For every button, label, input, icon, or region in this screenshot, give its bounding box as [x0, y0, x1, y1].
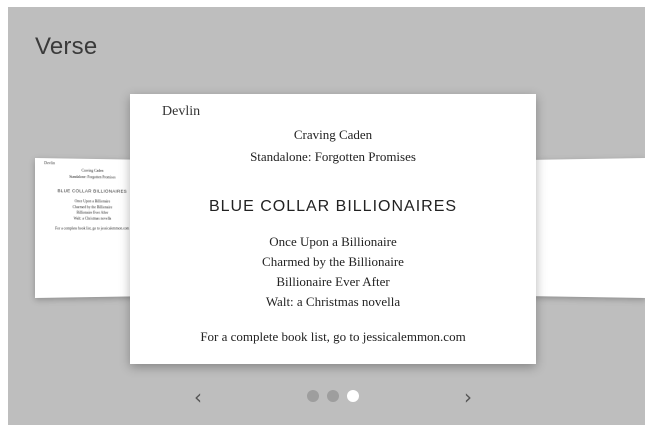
- page-card-previous[interactable]: Devlin Craving Caden Standalone: Forgott…: [35, 158, 145, 298]
- page-preview: Devlin Craving Caden Standalone: Forgott…: [35, 158, 144, 236]
- book-title-line: Craving Caden: [293, 127, 373, 142]
- page-dot-1[interactable]: [307, 390, 319, 402]
- footer-line: For a complete book list, go to jessical…: [55, 226, 130, 231]
- footer-line: For a complete book list, go to jessical…: [200, 329, 466, 344]
- standalone-line: Standalone: Forgotten Promises: [250, 149, 416, 164]
- page-dot-3[interactable]: [347, 390, 359, 402]
- book-title-line: Craving Caden: [81, 168, 104, 173]
- chevron-left-icon[interactable]: ‹: [194, 387, 202, 407]
- pagination-dots: [307, 390, 359, 402]
- book-item: Walt: a Christmas novella: [73, 216, 112, 221]
- series-heading: BLUE COLLAR BILLIONAIRES: [57, 188, 127, 194]
- book-item: Charmed by the Billionaire: [262, 254, 404, 269]
- standalone-line: Standalone: Forgotten Promises: [69, 174, 116, 180]
- chevron-right-icon[interactable]: ›: [464, 387, 472, 407]
- page-dot-2[interactable]: [327, 390, 339, 402]
- series-heading: BLUE COLLAR BILLIONAIRES: [208, 198, 458, 215]
- book-item: Once Upon a Billionaire: [269, 234, 397, 249]
- book-item: Once Upon a Billionaire: [74, 198, 111, 204]
- author-name: Devlin: [44, 161, 56, 166]
- book-item: Billionaire Ever After: [76, 210, 109, 215]
- book-item: Billionaire Ever After: [276, 274, 390, 289]
- page-title: Verse: [35, 33, 98, 60]
- carousel-frame: Verse Devlin Craving Caden Standalone: F…: [8, 7, 645, 425]
- book-item: Walt: a Christmas novella: [265, 294, 401, 309]
- page-card-current[interactable]: Devlin Craving Caden Standalone: Forgott…: [130, 94, 536, 364]
- author-name: Devlin: [162, 104, 201, 119]
- book-item: Charmed by the Billionaire: [72, 204, 113, 210]
- page-card-next[interactable]: Devlin Craving Caden Standalone: Forgott…: [534, 158, 645, 298]
